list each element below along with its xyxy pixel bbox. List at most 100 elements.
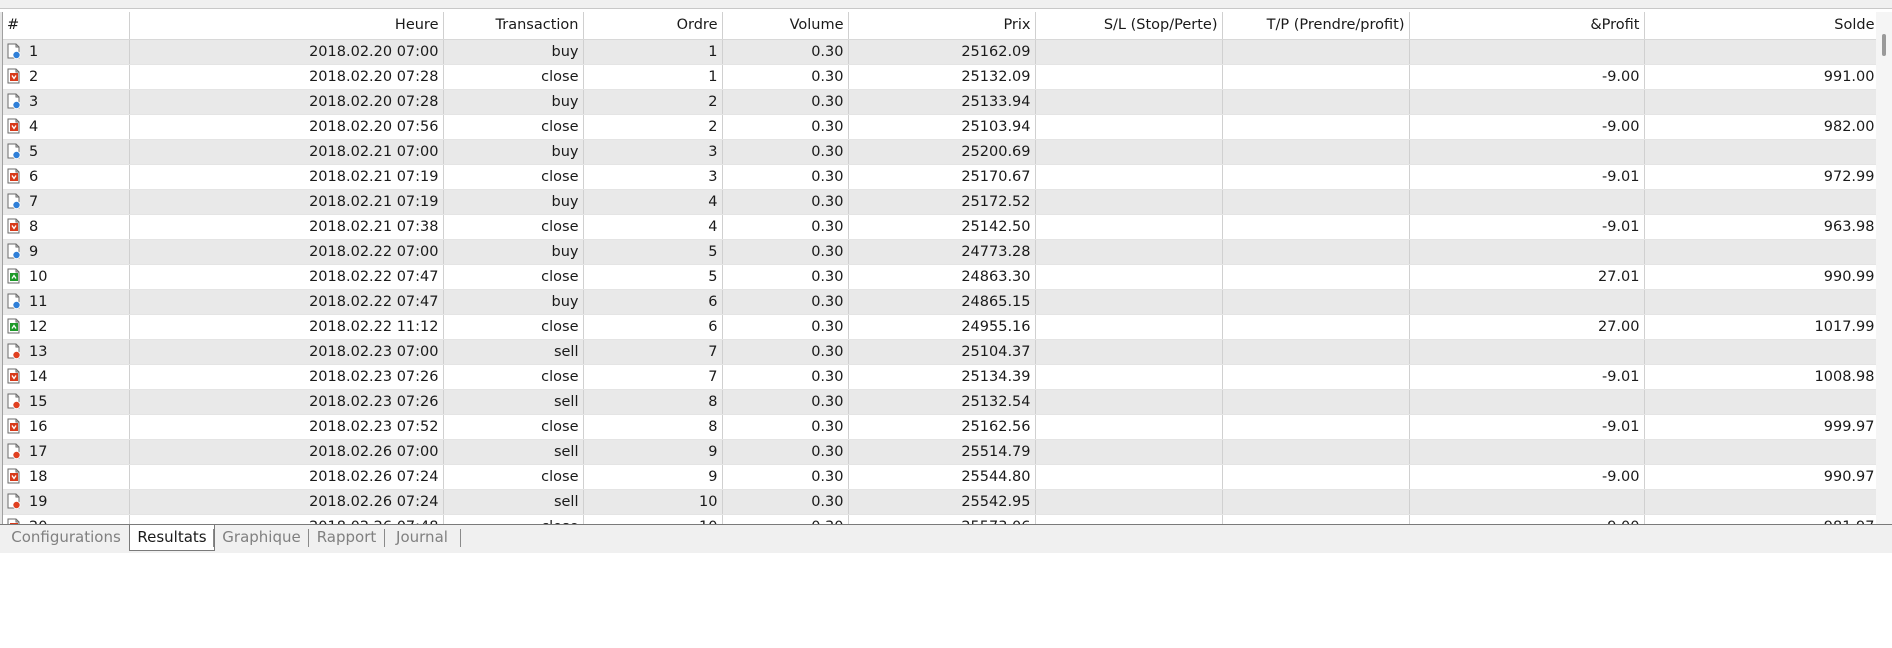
- cell-volume: 0.30: [722, 214, 849, 240]
- cell-transaction: close: [443, 64, 584, 90]
- cell-prix: 24955.16: [848, 314, 1036, 340]
- cell-take-profit: [1222, 264, 1410, 290]
- cell-stop-loss: [1035, 264, 1223, 290]
- table-row[interactable]: 202018.02.26 07:48close100.3025573.06 -9.…: [3, 514, 1880, 524]
- col-heure-header[interactable]: Heure: [129, 12, 444, 40]
- tab-graphique[interactable]: Graphique: [215, 525, 308, 550]
- close-loss-icon: [7, 368, 21, 384]
- cell-heure: 2018.02.22 07:00: [129, 239, 444, 265]
- cell-prix: 25514.79: [848, 439, 1036, 465]
- cell-transaction: buy: [443, 89, 584, 115]
- close-loss-icon: [7, 218, 21, 234]
- table-row[interactable]: 15 2018.02.23 07:26 sell 8 0.30 25132.54: [3, 389, 1880, 415]
- col-profit-header[interactable]: &Profit: [1409, 12, 1645, 40]
- buy-order-icon: [7, 43, 21, 59]
- cell-transaction: sell: [443, 489, 584, 515]
- close-loss-icon: [7, 418, 21, 434]
- table-row[interactable]: 16 2018.02.23 07:52 close 8 0.30 25162.56 -9.0…: [3, 414, 1880, 440]
- cell-volume: 0.30: [722, 514, 849, 524]
- cell-ordre: 9: [583, 439, 723, 465]
- cell-transaction: close: [443, 464, 584, 490]
- table-row[interactable]: 10 2018.02.22 07:47 close 5 0.30 24863.30 27.0…: [3, 264, 1880, 290]
- cell-ordre: 6: [583, 289, 723, 315]
- buy-order-icon: [7, 193, 21, 209]
- col-volume-header[interactable]: Volume: [722, 12, 849, 40]
- cell-solde: [1644, 239, 1880, 265]
- buy-order-icon: [7, 93, 21, 109]
- cell-number: 6: [3, 164, 130, 190]
- cell-solde: 990.97: [1644, 464, 1880, 490]
- cell-prix: 25162.09: [848, 39, 1036, 65]
- cell-volume: 0.30: [722, 389, 849, 415]
- tab-rapport[interactable]: Rapport: [310, 525, 383, 550]
- cell-heure: 2018.02.23 07:26: [129, 364, 444, 390]
- vertical-scrollbar[interactable]: [1876, 12, 1892, 524]
- sell-order-icon: [7, 393, 21, 409]
- table-row[interactable]: 5 2018.02.21 07:00 buy 3 0.30 25200.69: [3, 139, 1880, 165]
- cell-solde: 1008.98: [1644, 364, 1880, 390]
- cell-ordre: 9: [583, 464, 723, 490]
- cell-prix: 25132.09: [848, 64, 1036, 90]
- close-loss-icon: [7, 118, 21, 134]
- cell-profit: -9.01: [1409, 414, 1645, 440]
- col-prix-header[interactable]: Prix: [848, 12, 1036, 40]
- table-row[interactable]: 12 2018.02.22 11:12 close 6 0.30 24955.16 27.0…: [3, 314, 1880, 340]
- table-row[interactable]: 9 2018.02.22 07:00 buy 5 0.30 24773.28: [3, 239, 1880, 265]
- tab-resultats[interactable]: Resultats: [129, 525, 215, 551]
- table-row[interactable]: 6 2018.02.21 07:19 close 3 0.30 25170.67 -9.01…: [3, 164, 1880, 190]
- cell-volume: 0.30: [722, 464, 849, 490]
- cell-volume: 0.30: [722, 139, 849, 165]
- cell-take-profit: [1222, 489, 1410, 515]
- cell-profit: [1409, 289, 1645, 315]
- table-row[interactable]: 3 2018.02.20 07:28 buy 2 0.30 25133.94: [3, 89, 1880, 115]
- cell-take-profit: [1222, 464, 1410, 490]
- row-number: 15: [29, 393, 48, 410]
- col-transaction-header[interactable]: Transaction: [443, 12, 584, 40]
- table-row[interactable]: 14 2018.02.23 07:26 close 7 0.30 25134.39 -9.0…: [3, 364, 1880, 390]
- tab-configurations[interactable]: Configurations: [6, 525, 126, 550]
- row-number: 17: [29, 443, 48, 460]
- cell-take-profit: [1222, 189, 1410, 215]
- cell-number: 9: [3, 239, 130, 265]
- scrollbar-thumb[interactable]: [1882, 34, 1886, 56]
- cell-prix: 25200.69: [848, 139, 1036, 165]
- row-number: 13: [29, 343, 48, 360]
- table-row[interactable]: 7 2018.02.21 07:19 buy 4 0.30 25172.52: [3, 189, 1880, 215]
- cell-ordre: 10: [583, 514, 723, 524]
- cell-transaction: close: [443, 264, 584, 290]
- cell-number: 20: [3, 514, 130, 524]
- col-stop-loss-header[interactable]: S/L (Stop/Perte): [1035, 12, 1223, 40]
- row-number: 11: [29, 293, 48, 310]
- cell-solde: [1644, 39, 1880, 65]
- table-row[interactable]: 11 2018.02.22 07:47 buy 6 0.30 24865.15: [3, 289, 1880, 315]
- cell-stop-loss: [1035, 514, 1223, 524]
- cell-ordre: 4: [583, 214, 723, 240]
- cell-prix: 25544.80: [848, 464, 1036, 490]
- row-number: 12: [29, 318, 48, 335]
- tab-journal[interactable]: Journal: [386, 525, 458, 550]
- cell-transaction: buy: [443, 39, 584, 65]
- table-row[interactable]: 18 2018.02.26 07:24 close 9 0.30 25544.80 -9.0…: [3, 464, 1880, 490]
- table-row[interactable]: 1 2018.02.20 07:00 buy 1 0.30 25162.09: [3, 39, 1880, 65]
- cell-number: 18: [3, 464, 130, 490]
- col-ordre-header[interactable]: Ordre: [583, 12, 723, 40]
- table-row[interactable]: 17 2018.02.26 07:00 sell 9 0.30 25514.79: [3, 439, 1880, 465]
- table-row[interactable]: 19 2018.02.26 07:24 sell 10 0.30 25542.95: [3, 489, 1880, 515]
- buy-order-icon: [7, 293, 21, 309]
- row-number: 6: [29, 168, 39, 185]
- col-take-profit-header[interactable]: T/P (Prendre/profit): [1222, 12, 1410, 40]
- cell-profit: -9.00: [1409, 514, 1645, 524]
- close-profit-icon: [7, 268, 21, 284]
- cell-take-profit: [1222, 139, 1410, 165]
- table-row[interactable]: 13 2018.02.23 07:00 sell 7 0.30 25104.37: [3, 339, 1880, 365]
- cell-heure: 2018.02.20 07:28: [129, 89, 444, 115]
- cell-solde: 1017.99: [1644, 314, 1880, 340]
- cell-volume: 0.30: [722, 239, 849, 265]
- col-solde-header[interactable]: Solde: [1644, 12, 1880, 40]
- table-row[interactable]: 4 2018.02.20 07:56 close 2 0.30 25103.94 -9.00…: [3, 114, 1880, 140]
- table-row[interactable]: 2 2018.02.20 07:28 close 1 0.30 25132.09 -9.00…: [3, 64, 1880, 90]
- table-row[interactable]: 8 2018.02.21 07:38 close 4 0.30 25142.50 -9.01…: [3, 214, 1880, 240]
- cell-ordre: 7: [583, 339, 723, 365]
- col-number-header[interactable]: #: [3, 12, 130, 40]
- row-number: 7: [29, 193, 39, 210]
